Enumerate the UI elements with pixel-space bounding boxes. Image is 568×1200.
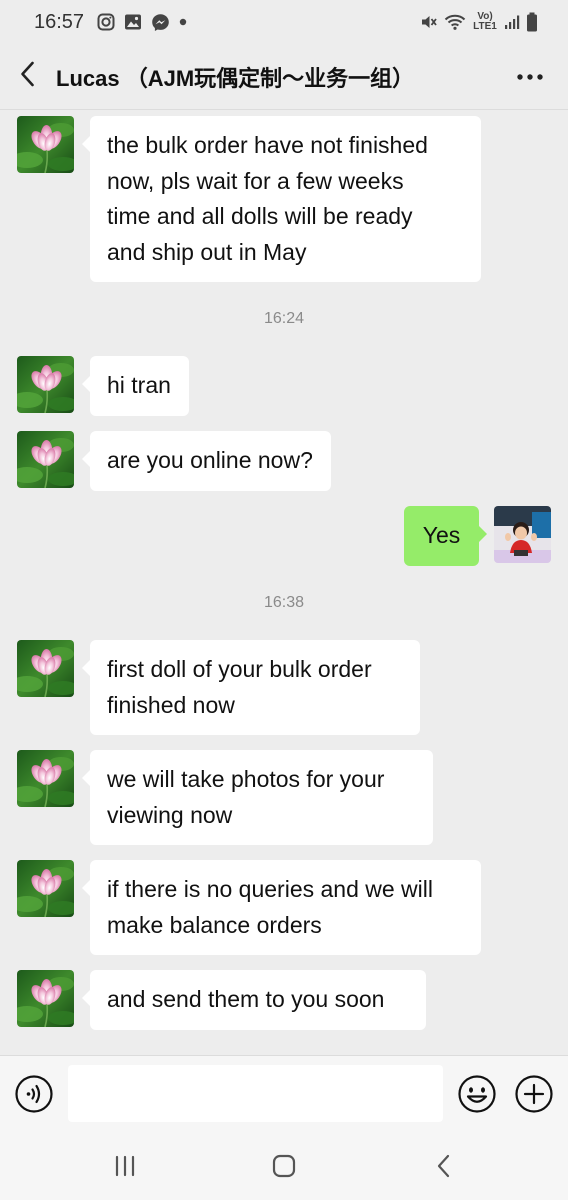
contact-avatar[interactable] <box>17 860 74 917</box>
status-time: 16:57 <box>34 10 85 33</box>
message-text: if there is no queries and we will make … <box>107 876 433 938</box>
network-label: Vo) LTE1 <box>473 11 497 32</box>
message-text: and send them to you soon <box>107 986 385 1012</box>
emoji-button[interactable] <box>457 1074 497 1114</box>
contact-avatar[interactable] <box>17 116 74 173</box>
chevron-left-icon <box>19 61 37 92</box>
message-bubble-incoming[interactable]: hi tran <box>82 356 189 416</box>
instagram-icon <box>97 13 115 31</box>
message-bubble-outgoing[interactable]: Yes <box>404 506 487 566</box>
message-text: are you online now? <box>107 447 313 473</box>
message-text: hi tran <box>107 372 171 398</box>
input-bar <box>0 1055 568 1136</box>
status-bar: 16:57 Vo) LTE1 <box>0 0 568 44</box>
timestamp: 16:38 <box>263 594 305 611</box>
contact-avatar[interactable] <box>17 640 74 697</box>
message-input[interactable] <box>68 1065 443 1122</box>
voice-icon <box>14 1075 54 1118</box>
timestamp: 16:24 <box>263 310 305 327</box>
mute-icon <box>420 13 438 31</box>
status-left: 16:57 <box>34 11 187 34</box>
recents-icon <box>113 1155 137 1182</box>
contact-avatar[interactable] <box>17 750 74 807</box>
voice-button[interactable] <box>14 1074 54 1114</box>
message-bubble-incoming[interactable]: are you online now? <box>82 431 331 491</box>
chat-header: Lucas （AJM玩偶定制～业务一组） <box>0 44 568 110</box>
message-bubble-incoming[interactable]: first doll of your bulk order finished n… <box>82 640 420 735</box>
message-bubble-incoming[interactable]: and send them to you soon <box>82 970 426 1030</box>
battery-icon <box>526 12 538 32</box>
back-button[interactable] <box>0 44 56 110</box>
notification-dot-icon <box>179 18 187 26</box>
message-bubble-incoming[interactable]: we will take photos for your viewing now <box>82 750 433 845</box>
more-dots-icon <box>516 68 544 86</box>
contact-avatar[interactable] <box>17 356 74 413</box>
recents-button[interactable] <box>105 1152 145 1184</box>
message-bubble-incoming[interactable]: if there is no queries and we will make … <box>82 860 481 955</box>
nav-back-icon <box>435 1154 453 1183</box>
status-right: Vo) LTE1 <box>420 12 538 32</box>
more-button[interactable] <box>510 58 550 96</box>
message-line: the bulk order have not finished now, pl… <box>107 132 428 265</box>
nav-back-button[interactable] <box>424 1152 464 1184</box>
wifi-icon <box>444 13 466 31</box>
message-text: we will take photos for your viewing now <box>107 766 385 828</box>
contact-avatar[interactable] <box>17 970 74 1027</box>
plus-icon <box>514 1075 554 1118</box>
chat-title: Lucas （AJM玩偶定制～业务一组） <box>56 65 415 91</box>
plus-button[interactable] <box>514 1074 554 1114</box>
messenger-icon <box>151 13 170 32</box>
message-bubble-incoming[interactable]: the bulk order have not finished now, pl… <box>82 116 481 282</box>
chat-messages[interactable]: the bulk order have not finished now, pl… <box>0 110 568 1055</box>
signal-icon <box>504 14 520 30</box>
emoji-icon <box>457 1075 497 1118</box>
system-nav-bar <box>0 1136 568 1200</box>
self-avatar[interactable] <box>494 506 551 563</box>
contact-avatar[interactable] <box>17 431 74 488</box>
message-text: first doll of your bulk order finished n… <box>107 656 372 718</box>
gallery-icon <box>124 13 142 31</box>
message-text: Yes <box>422 522 461 548</box>
home-icon <box>271 1153 297 1184</box>
home-button[interactable] <box>264 1152 304 1184</box>
